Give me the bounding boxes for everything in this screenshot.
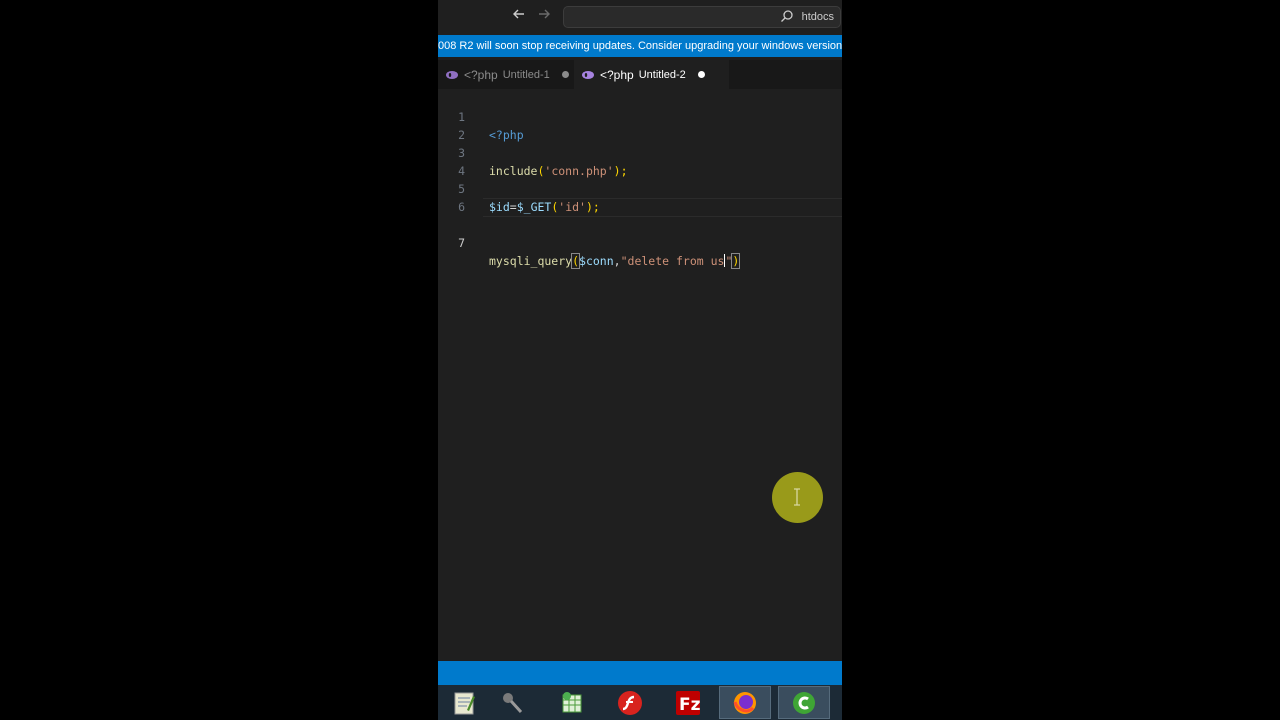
tab-language-label: <?php bbox=[464, 67, 498, 82]
code-line: 2 bbox=[438, 108, 842, 142]
arrow-right-icon bbox=[539, 9, 550, 19]
tab-label: Untitled-1 bbox=[502, 68, 550, 81]
update-notice-banner[interactable]: 008 R2 will soon stop receiving updates.… bbox=[438, 35, 842, 57]
code-line: 6 bbox=[438, 180, 842, 214]
bracket: ( bbox=[571, 253, 581, 269]
taskbar-microphone[interactable] bbox=[486, 686, 538, 719]
line-number: 7 bbox=[458, 236, 465, 250]
search-icon bbox=[781, 10, 793, 22]
back-button[interactable] bbox=[509, 7, 529, 27]
ibeam-cursor-icon bbox=[794, 488, 800, 506]
taskbar: Fz bbox=[438, 685, 842, 720]
code-editor[interactable]: 1 <?php 2 3 include('conn.php'); 4 5 $id… bbox=[438, 89, 842, 661]
tab-untitled-1[interactable]: <?php Untitled-1 bbox=[438, 60, 574, 89]
flash-icon bbox=[618, 690, 642, 715]
code-line: 1 <?php bbox=[438, 90, 842, 142]
unsaved-dot-icon[interactable] bbox=[697, 71, 705, 78]
code-line: 3 include('conn.php'); bbox=[438, 126, 842, 178]
taskbar-filezilla[interactable]: Fz bbox=[662, 686, 714, 719]
search-text: htdocs bbox=[801, 11, 834, 23]
taskbar-flash[interactable] bbox=[604, 686, 656, 719]
svg-text:Fz: Fz bbox=[679, 695, 701, 715]
taskbar-firefox[interactable] bbox=[719, 686, 771, 719]
current-line-highlight bbox=[483, 198, 842, 217]
taskbar-spreadsheet[interactable] bbox=[546, 686, 598, 719]
function-name: mysqli_query bbox=[489, 254, 573, 268]
code-line: 5 $id=$_GET('id'); bbox=[438, 162, 842, 214]
taskbar-notepad[interactable] bbox=[438, 686, 490, 719]
forward-button[interactable] bbox=[534, 7, 554, 27]
php-elephant-icon bbox=[446, 70, 458, 79]
bracket: ) bbox=[731, 253, 741, 269]
status-bar bbox=[438, 661, 842, 685]
filezilla-icon: Fz bbox=[676, 690, 701, 715]
code-line-current: 7 mysqli_query($conn,"delete from us") bbox=[438, 198, 842, 269]
string-literal: "delete from us bbox=[620, 254, 725, 268]
comma: , bbox=[613, 254, 621, 268]
tab-untitled-2[interactable]: <?php Untitled-2 bbox=[574, 60, 729, 89]
command-center-search[interactable]: htdocs bbox=[563, 6, 841, 28]
editor-tab-bar: <?php Untitled-1 <?php Untitled-2 bbox=[438, 60, 842, 89]
php-elephant-icon bbox=[582, 70, 594, 79]
unsaved-dot-icon[interactable] bbox=[561, 71, 569, 78]
arrow-left-icon bbox=[513, 9, 524, 19]
taskbar-camtasia[interactable] bbox=[778, 686, 830, 719]
variable: $conn bbox=[579, 254, 614, 268]
line-content: mysqli_query($conn,"delete from us") bbox=[489, 252, 741, 270]
firefox-icon bbox=[733, 691, 756, 714]
tab-language-label: <?php bbox=[600, 67, 634, 82]
title-bar: htdocs bbox=[438, 0, 842, 34]
update-notice-text: 008 R2 will soon stop receiving updates.… bbox=[438, 40, 842, 52]
notepad-icon bbox=[454, 692, 475, 714]
camtasia-icon bbox=[793, 691, 815, 714]
screen: htdocs 008 R2 will soon stop receiving u… bbox=[438, 0, 842, 720]
code-line: 4 bbox=[438, 144, 842, 178]
microphone-icon bbox=[503, 692, 523, 713]
spreadsheet-icon bbox=[562, 691, 582, 712]
tab-label: Untitled-2 bbox=[638, 68, 686, 81]
